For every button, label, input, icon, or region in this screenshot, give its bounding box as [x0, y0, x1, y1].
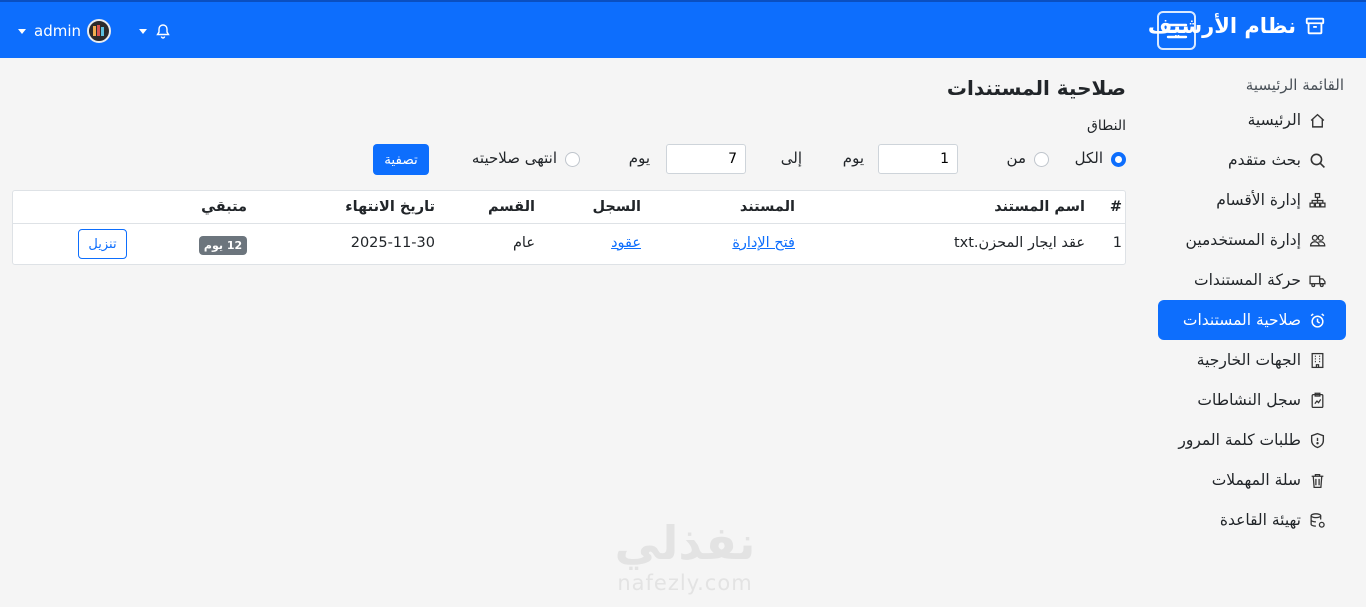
avatar[interactable] — [87, 19, 111, 43]
sidebar-item-advanced-search[interactable]: بحث متقدم — [1158, 140, 1346, 180]
archive-icon — [1305, 17, 1325, 35]
row-expiry-date: 2025-11-30 — [350, 235, 435, 251]
radio-all[interactable] — [1111, 152, 1126, 167]
documents-table: # اسم المستند المستند السجل القسم تاريخ … — [12, 190, 1126, 265]
to-label: إلى — [780, 149, 802, 167]
radio-all-label[interactable]: الكل — [1075, 149, 1103, 167]
day-unit-label-1: يوم — [842, 149, 864, 167]
sidebar-item-label: الرئيسية — [1247, 111, 1301, 129]
hamburger-icon — [1166, 23, 1187, 38]
books-icon — [93, 25, 104, 36]
navbar-user-area: admin — [18, 19, 171, 43]
house-icon — [1310, 113, 1325, 128]
page-title: صلاحية المستندات — [946, 76, 1126, 100]
row-num: 1 — [1112, 235, 1122, 251]
shield-icon — [1310, 432, 1325, 448]
people-icon — [1309, 234, 1326, 246]
header-num: # — [1109, 199, 1122, 215]
filter-row: الكل من يوم إلى يوم انتهى صلاحيته تصفية — [12, 144, 1126, 175]
sidebar-item-label: حركة المستندات — [1194, 271, 1301, 289]
database-gear-icon — [1310, 512, 1325, 528]
sidebar-item-users[interactable]: إدارة المستخدمين — [1158, 220, 1346, 260]
sidebar-item-label: سلة المهملات — [1211, 471, 1301, 489]
sidebar-item-recycle-bin[interactable]: سلة المهملات — [1158, 460, 1346, 500]
sidebar-item-label: بحث متقدم — [1227, 151, 1301, 169]
sidebar-item-label: إدارة المستخدمين — [1185, 231, 1301, 249]
radio-expired-label[interactable]: انتهى صلاحيته — [472, 149, 557, 167]
header-expiry-date: تاريخ الانتهاء — [345, 199, 435, 215]
notifications-caret-icon — [139, 28, 147, 34]
sidebar-item-label: صلاحية المستندات — [1182, 311, 1301, 329]
truck-icon — [1309, 275, 1326, 287]
radio-expired[interactable] — [565, 152, 580, 167]
sidebar-item-label: سجل النشاطات — [1197, 391, 1301, 409]
sidebar-item-document-movement[interactable]: حركة المستندات — [1158, 260, 1346, 300]
row-document-name: عقد ايجار المحزن.txt — [953, 235, 1085, 251]
building-icon — [1311, 352, 1324, 368]
radio-from[interactable] — [1034, 152, 1049, 167]
sidebar-item-document-validity[interactable]: صلاحية المستندات — [1158, 300, 1346, 340]
sidebar-item-password-requests[interactable]: طلبات كلمة المرور — [1158, 420, 1346, 460]
sidebar: القائمة الرئيسية الرئيسية بحث متقدم إدار… — [1158, 70, 1346, 540]
header-document: المستند — [739, 199, 795, 215]
download-button[interactable]: تنزيل — [78, 229, 127, 259]
notifications-toggle[interactable] — [139, 23, 171, 39]
sidebar-item-activity-log[interactable]: سجل النشاطات — [1158, 380, 1346, 420]
sidebar-heading: القائمة الرئيسية — [1245, 76, 1344, 94]
row-department: عام — [512, 235, 535, 251]
sidebar-item-label: إدارة الأقسام — [1216, 191, 1301, 209]
header-department: القسم — [488, 199, 535, 215]
header-name: اسم المستند — [994, 199, 1085, 215]
radio-from-label[interactable]: من — [1007, 149, 1026, 167]
header-record: السجل — [592, 199, 641, 215]
day-unit-label-2: يوم — [628, 149, 650, 167]
range-label: النطاق — [1087, 118, 1126, 134]
username[interactable]: admin — [34, 22, 81, 40]
trash-icon — [1311, 473, 1324, 488]
sidebar-item-label: تهيئة القاعدة — [1219, 511, 1301, 529]
sidebar-item-database-setup[interactable]: تهيئة القاعدة — [1158, 500, 1346, 540]
row-document-link[interactable]: فتح الإدارة — [732, 235, 795, 251]
sidebar-item-external-entities[interactable]: الجهات الخارجية — [1158, 340, 1346, 380]
status-badge: 12 يوم — [199, 236, 247, 255]
row-record-link[interactable]: عقود — [611, 235, 641, 251]
header-divider — [13, 223, 1125, 224]
sidebar-item-label: الجهات الخارجية — [1196, 351, 1301, 369]
alarm-icon — [1310, 312, 1325, 328]
menu-toggle-button[interactable] — [1157, 11, 1196, 50]
top-navbar: نظام الأرشيف admin — [0, 0, 1366, 58]
watermark-latin: nafezly.com — [617, 571, 753, 595]
sidebar-item-departments[interactable]: إدارة الأقسام — [1158, 180, 1346, 220]
search-icon — [1310, 153, 1325, 168]
sidebar-item-label: طلبات كلمة المرور — [1178, 431, 1301, 449]
sidebar-item-home[interactable]: الرئيسية — [1158, 100, 1346, 140]
to-days-input[interactable] — [666, 144, 746, 174]
header-remaining: متبقي — [201, 199, 247, 215]
from-days-input[interactable] — [878, 144, 958, 174]
filter-button[interactable]: تصفية — [373, 144, 429, 175]
bell-icon — [156, 24, 170, 39]
diagram-icon — [1309, 192, 1326, 208]
watermark-arabic: نفذلي — [614, 516, 756, 570]
clipboard-icon — [1311, 392, 1324, 408]
user-dropdown-caret-icon[interactable] — [18, 28, 26, 34]
watermark: نفذلي nafezly.com — [590, 515, 780, 595]
